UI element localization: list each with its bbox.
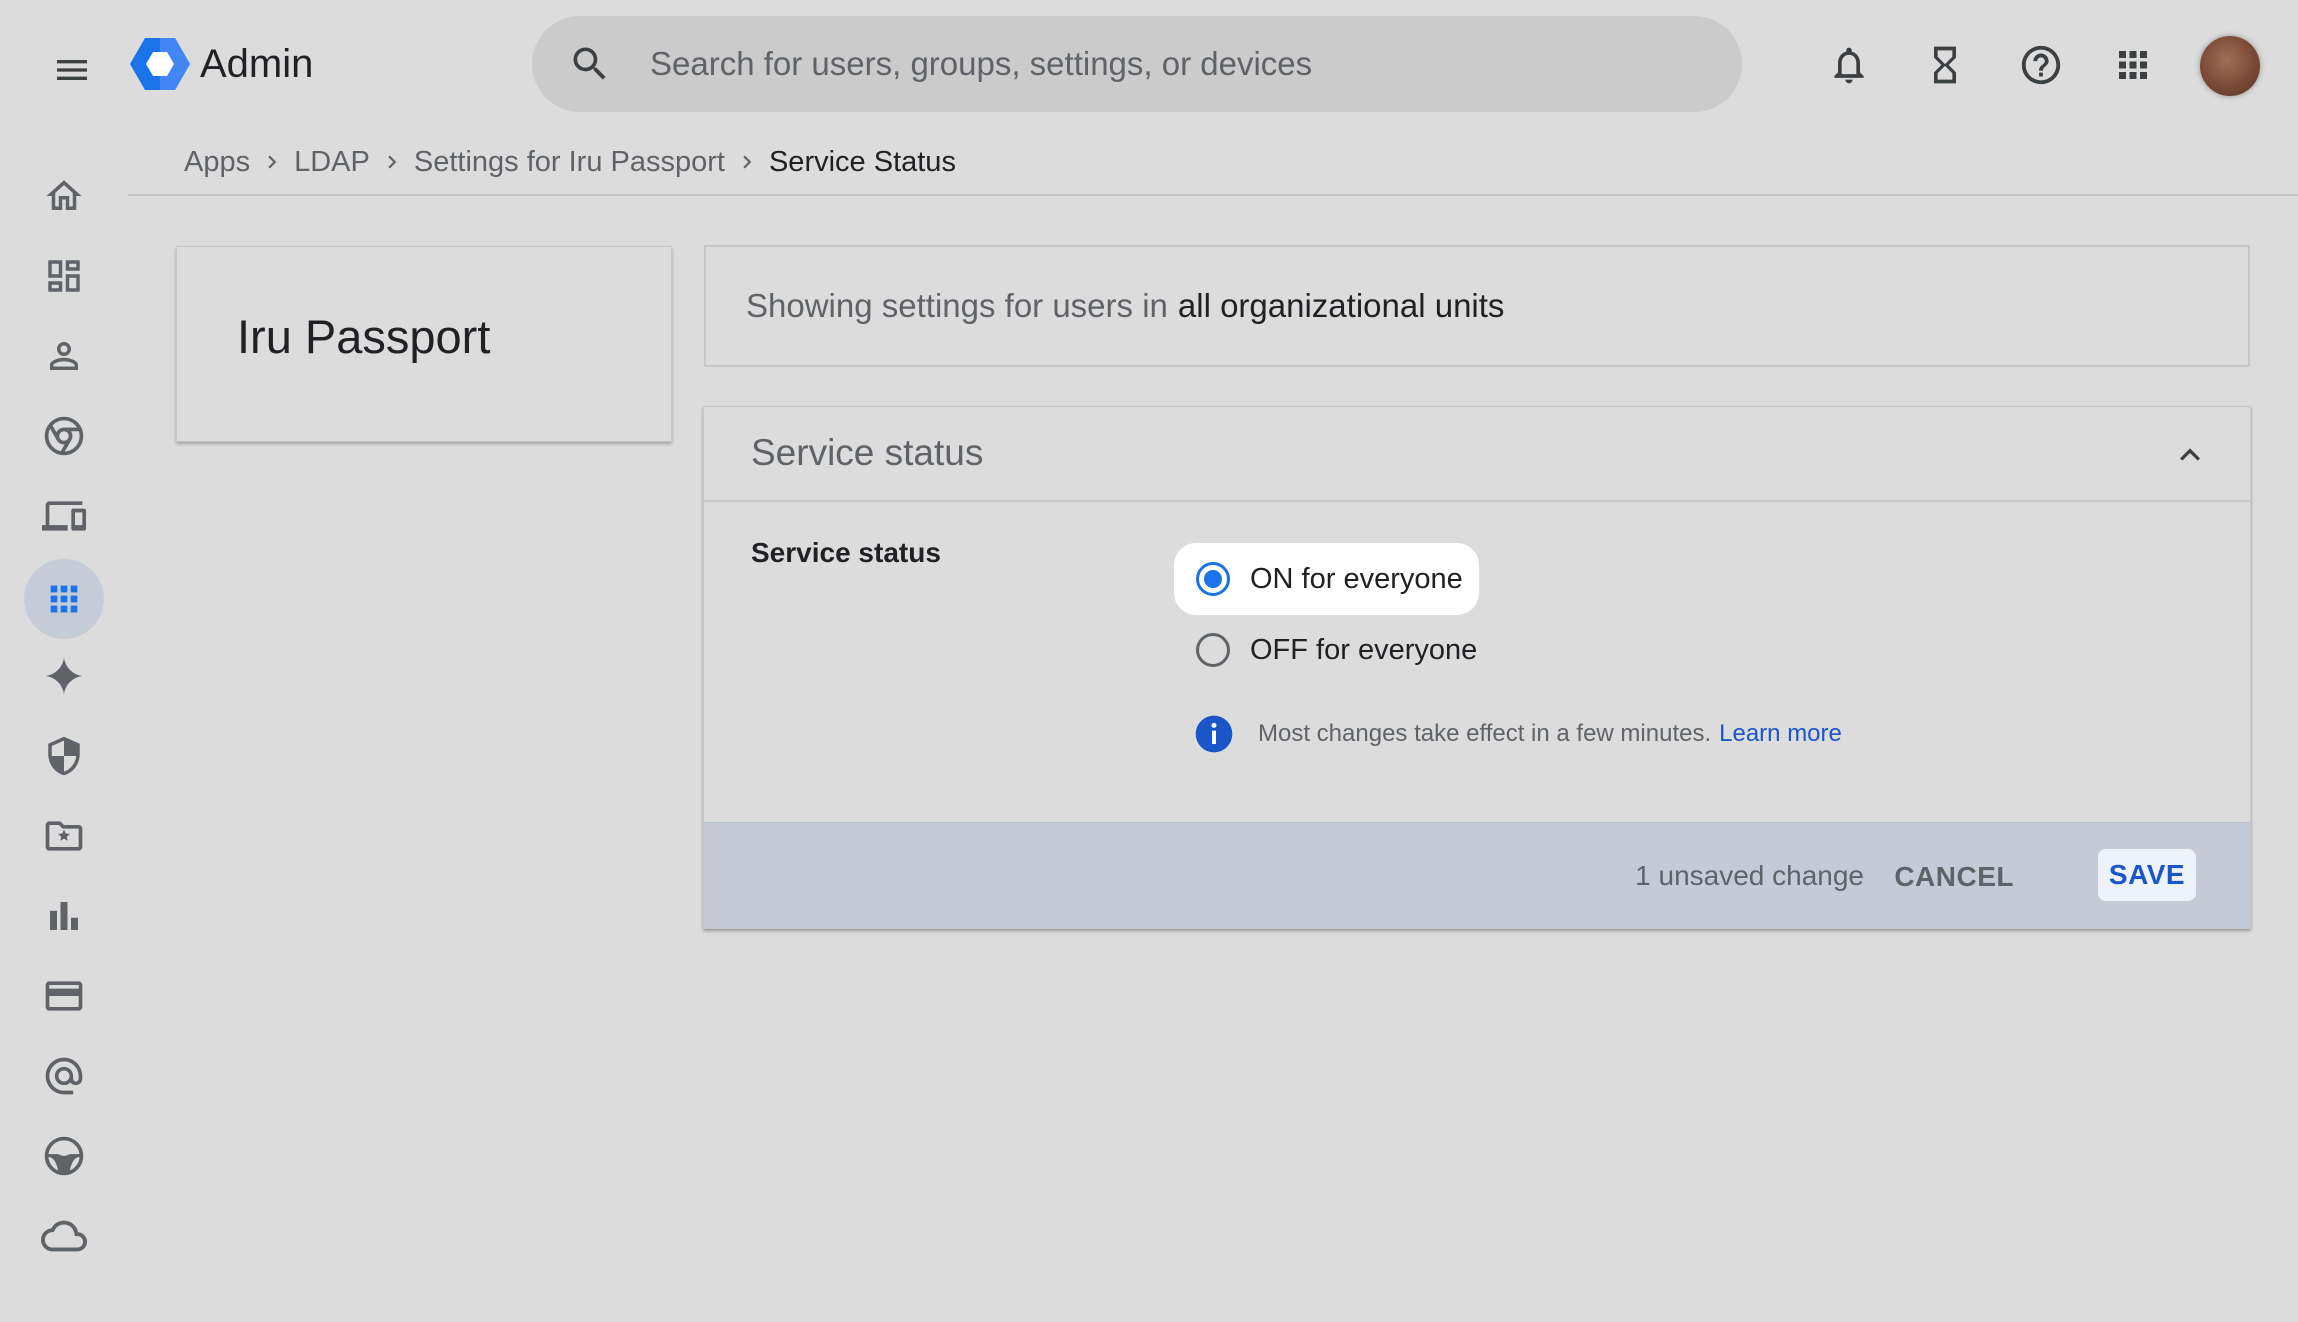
- sidebar-item-storage[interactable]: [24, 1196, 104, 1276]
- sidebar-item-devices[interactable]: [24, 476, 104, 556]
- chevron-up-icon: [2180, 448, 2200, 461]
- breadcrumb-current: Service Status: [768, 145, 956, 178]
- sparkle-icon: [45, 657, 83, 695]
- cloud-icon: [41, 1220, 87, 1252]
- sidebar-item-account[interactable]: [24, 1036, 104, 1116]
- bell-icon: [1834, 47, 1864, 84]
- apps-grid-icon: [2119, 51, 2147, 79]
- service-status-panel: Service status Service status ON for eve…: [703, 406, 2251, 929]
- chrome-icon: [44, 416, 84, 456]
- info-message: Most changes take effect in a few minute…: [1194, 714, 1842, 754]
- sidebar-item-generative-ai[interactable]: [24, 636, 104, 716]
- radio-unchecked-icon[interactable]: [1196, 633, 1230, 667]
- sidebar-item-rules[interactable]: [24, 1116, 104, 1196]
- app-card: Iru Passport: [176, 246, 672, 442]
- hourglass-icon: [1934, 46, 1956, 84]
- sidebar-item-apps[interactable]: [24, 559, 104, 639]
- breadcrumb-apps[interactable]: Apps: [184, 146, 250, 179]
- help-icon: [2021, 45, 2061, 85]
- search-icon[interactable]: [568, 42, 612, 86]
- folder-star-icon: [45, 821, 83, 851]
- chevron-right-icon: [250, 149, 294, 175]
- radio-on-for-everyone[interactable]: ON for everyone: [1174, 543, 1479, 615]
- breadcrumb-divider: [128, 194, 2298, 196]
- unsaved-change-count: 1 unsaved change: [1635, 860, 1864, 891]
- app-title: Admin: [200, 42, 314, 86]
- home-icon: [46, 180, 82, 210]
- sidebar-item-dashboard[interactable]: [24, 236, 104, 316]
- ou-banner-unit: all organizational units: [1177, 287, 1505, 324]
- radio-label-off: OFF for everyone: [1250, 633, 1478, 666]
- ou-banner: Showing settings for users in all organi…: [704, 245, 2250, 367]
- devices-icon: [42, 501, 86, 531]
- info-icon: [1195, 715, 1233, 753]
- sidebar-item-data[interactable]: [24, 796, 104, 876]
- learn-more-link[interactable]: Learn more: [1719, 720, 1842, 748]
- save-button[interactable]: SAVE: [2098, 849, 2196, 901]
- steering-wheel-icon: [44, 1136, 84, 1176]
- chevron-right-icon: [370, 149, 414, 175]
- setting-label: Service status: [751, 537, 941, 568]
- apps-dots-icon: [50, 585, 78, 613]
- dashboard-icon: [48, 260, 80, 292]
- sidebar-item-reporting[interactable]: [24, 876, 104, 956]
- sidebar-item-home[interactable]: [24, 156, 104, 236]
- breadcrumb: Apps LDAP Settings for Iru Passport Serv…: [184, 140, 956, 184]
- credit-card-icon: [45, 981, 83, 1011]
- ou-banner-prefix: Showing settings for users in: [746, 287, 1168, 324]
- search-bar[interactable]: [532, 16, 1742, 112]
- radio-off-for-everyone[interactable]: OFF for everyone: [1174, 614, 1493, 686]
- radio-checked-icon[interactable]: [1196, 562, 1230, 596]
- collapse-button[interactable]: [2168, 433, 2212, 477]
- help-button[interactable]: [2014, 38, 2068, 92]
- admin-logo-icon[interactable]: [130, 36, 190, 92]
- menu-icon: [57, 60, 87, 80]
- sidebar-item-directory[interactable]: [24, 316, 104, 396]
- menu-button[interactable]: [44, 42, 100, 98]
- cancel-button[interactable]: CANCEL: [1884, 855, 2024, 899]
- breadcrumb-settings[interactable]: Settings for Iru Passport: [414, 146, 725, 179]
- search-input[interactable]: [648, 44, 1702, 84]
- sidebar-item-chrome-browser[interactable]: [24, 396, 104, 476]
- panel-footer: 1 unsaved change CANCEL SAVE: [704, 822, 2250, 928]
- breadcrumb-ldap[interactable]: LDAP: [294, 146, 370, 179]
- info-text: Most changes take effect in a few minute…: [1258, 720, 1712, 747]
- bar-chart-icon: [50, 902, 78, 930]
- notifications-button[interactable]: [1822, 38, 1876, 92]
- panel-header[interactable]: Service status: [704, 407, 2250, 502]
- apps-launcher-button[interactable]: [2106, 38, 2160, 92]
- radio-label-on: ON for everyone: [1250, 562, 1463, 595]
- at-sign-icon: [45, 1057, 83, 1095]
- sidebar-item-security[interactable]: [24, 716, 104, 796]
- sidebar-item-billing[interactable]: [24, 956, 104, 1036]
- app-name: Iru Passport: [237, 310, 491, 363]
- person-icon: [50, 342, 78, 370]
- account-avatar[interactable]: [2200, 36, 2260, 96]
- panel-title: Service status: [751, 432, 984, 473]
- chevron-right-icon: [725, 149, 769, 175]
- shield-icon: [48, 736, 80, 776]
- tasks-button[interactable]: [1918, 38, 1972, 92]
